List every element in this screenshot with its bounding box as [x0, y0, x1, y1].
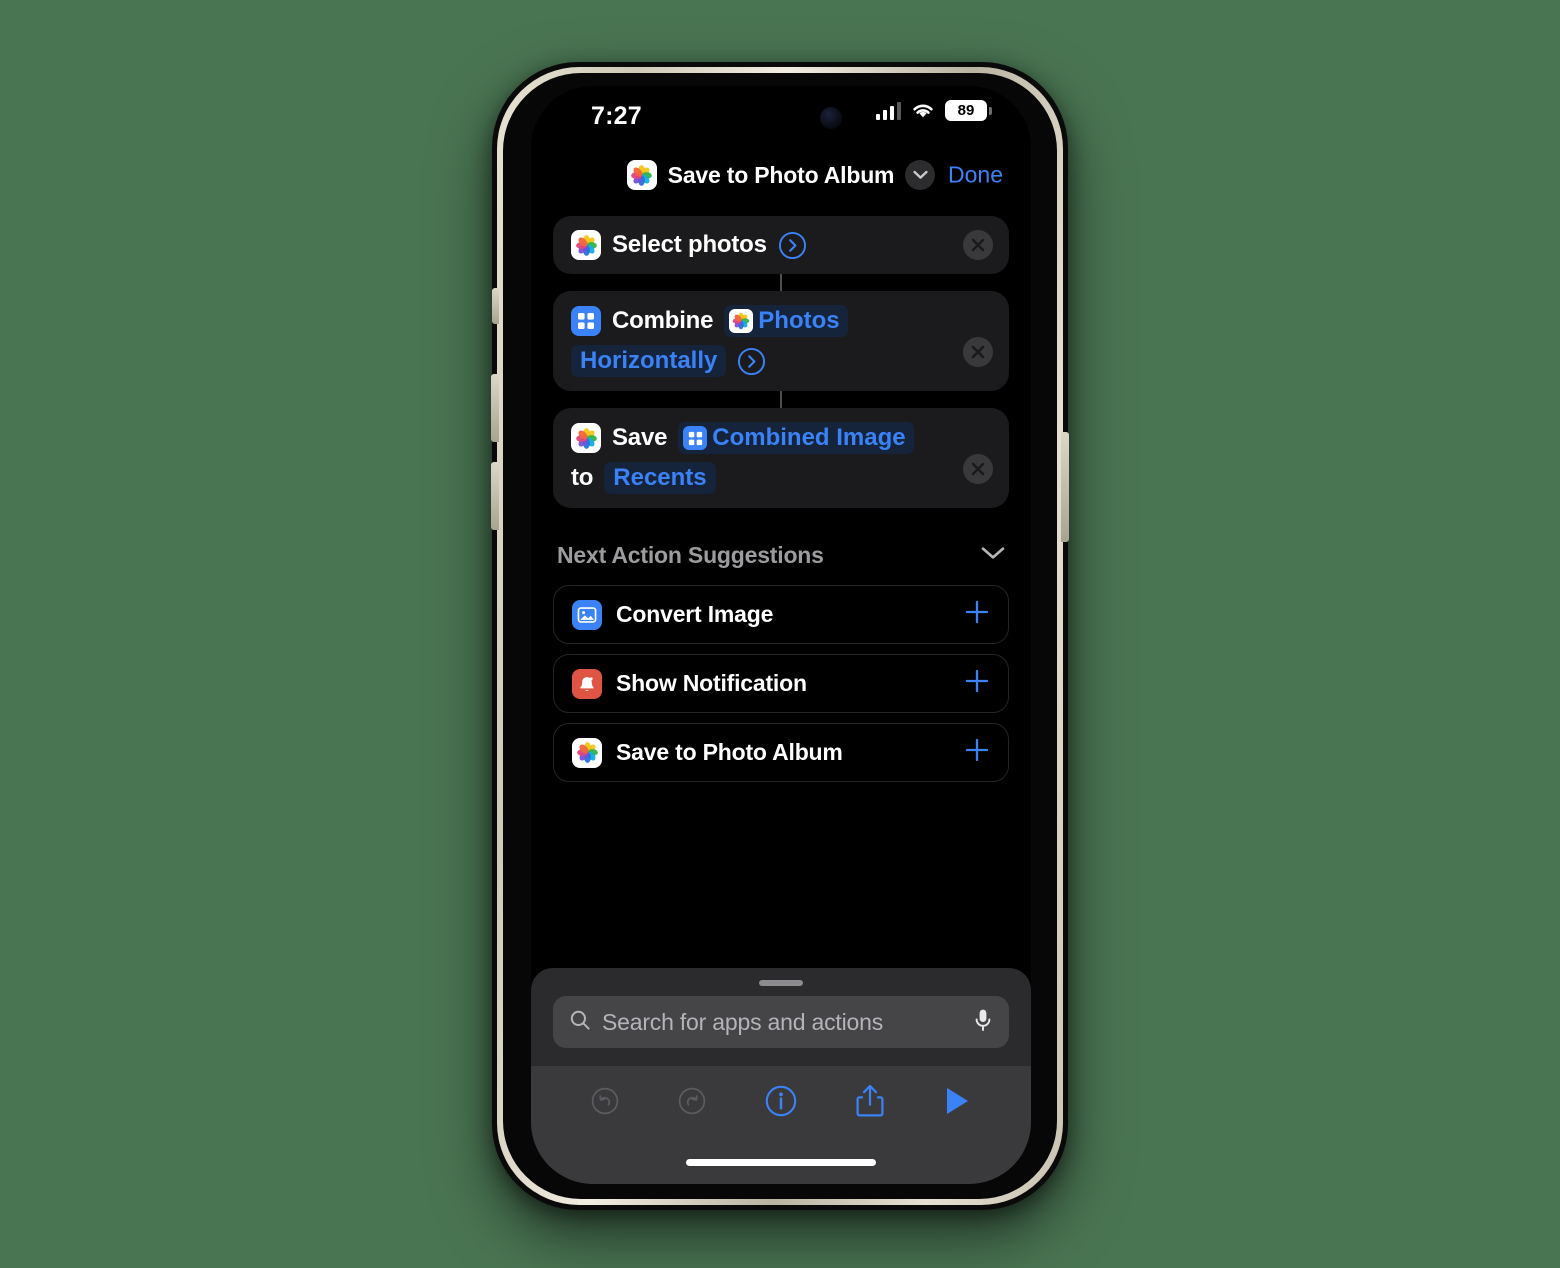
page-title: Save to Photo Album	[667, 161, 895, 188]
action-card-save-to-album[interactable]: Save Combined Image to Recents	[553, 408, 1009, 508]
navigation-bar: Save to Photo Album Done	[531, 144, 1031, 206]
volume-down-button[interactable]	[491, 462, 499, 530]
action-label: Save	[612, 424, 668, 451]
chevron-down-icon[interactable]	[905, 160, 936, 190]
token-label: Horizontally	[580, 347, 718, 374]
undo-button[interactable]	[590, 1086, 620, 1121]
image-icon	[572, 599, 602, 630]
dynamic-island	[708, 98, 854, 138]
action-card-wrapper: Save Combined Image to Recents	[553, 408, 1009, 508]
grid-icon	[571, 306, 601, 336]
token-label: Combined Image	[712, 424, 906, 451]
home-indicator-area	[531, 1140, 1031, 1184]
action-card-select-photos[interactable]: Select photos	[553, 216, 1009, 274]
photos-app-icon	[729, 309, 754, 333]
search-input[interactable]: Search for apps and actions	[602, 1009, 962, 1036]
action-connector	[780, 391, 782, 408]
close-circle-icon[interactable]	[963, 230, 993, 260]
sheet-grabber[interactable]	[759, 980, 803, 986]
silent-switch[interactable]	[492, 288, 499, 324]
close-circle-icon[interactable]	[963, 337, 993, 367]
suggestion-label: Save to Photo Album	[616, 739, 843, 765]
status-bar: 7:27 89	[531, 86, 1031, 144]
phone-screen: 7:27 89 Save to Photo Album Done Select …	[531, 86, 1031, 1184]
token-label: Recents	[613, 464, 707, 491]
volume-up-button[interactable]	[491, 374, 499, 442]
power-button[interactable]	[1061, 432, 1069, 542]
run-button[interactable]	[942, 1085, 972, 1122]
front-camera-icon	[820, 107, 842, 129]
suggestion-row-save-to-photo-album[interactable]: Save to Photo Album	[553, 723, 1009, 782]
parameter-token-horizontally[interactable]: Horizontally	[571, 345, 727, 377]
parameter-token-recents[interactable]: Recents	[604, 462, 716, 494]
search-icon	[569, 1009, 591, 1036]
plus-icon[interactable]	[964, 668, 990, 699]
parameter-token-combined-image[interactable]: Combined Image	[678, 422, 914, 454]
shortcut-editor-content: Select photos Combine Photos Horizontall…	[531, 206, 1031, 1086]
action-label: Combine	[612, 307, 714, 334]
battery-level: 89	[957, 102, 975, 119]
search-bar[interactable]: Search for apps and actions	[553, 996, 1009, 1048]
photos-app-icon	[571, 230, 601, 260]
navigation-title-group[interactable]: Save to Photo Album	[626, 160, 936, 190]
cellular-bars-icon	[876, 101, 901, 120]
wifi-icon	[913, 104, 933, 118]
photos-app-icon	[572, 737, 602, 768]
microphone-icon[interactable]	[973, 1008, 993, 1037]
info-button[interactable]	[764, 1084, 798, 1123]
action-card-wrapper: Select photos	[553, 216, 1009, 274]
chevron-down-icon[interactable]	[981, 546, 1005, 565]
status-bar-indicators: 89	[876, 100, 992, 121]
suggestion-row-show-notification[interactable]: Show Notification	[553, 654, 1009, 713]
redo-button[interactable]	[677, 1086, 707, 1121]
action-label: Select photos	[612, 231, 767, 258]
action-card-wrapper: Combine Photos Horizontally	[553, 291, 1009, 391]
close-circle-icon[interactable]	[963, 454, 993, 484]
screenshot-stage: 7:27 89 Save to Photo Album Done Select …	[0, 0, 1560, 1268]
share-button[interactable]	[855, 1083, 885, 1124]
next-action-suggestions-header[interactable]: Next Action Suggestions	[557, 542, 1005, 569]
photos-app-icon	[571, 423, 601, 453]
action-card-combine[interactable]: Combine Photos Horizontally	[553, 291, 1009, 391]
bell-icon	[572, 668, 602, 699]
token-label: Photos	[758, 307, 840, 334]
plus-icon[interactable]	[964, 737, 990, 768]
status-bar-time: 7:27	[591, 102, 642, 130]
action-connector	[780, 274, 782, 291]
home-indicator[interactable]	[686, 1158, 876, 1166]
editor-toolbar	[531, 1066, 1031, 1140]
suggestion-row-convert-image[interactable]: Convert Image	[553, 585, 1009, 644]
suggestion-label: Show Notification	[616, 670, 807, 696]
battery-icon: 89	[945, 100, 992, 121]
chevron-right-circle-icon[interactable]	[737, 347, 766, 376]
suggestion-label: Convert Image	[616, 601, 774, 627]
bottom-sheet: Search for apps and actions	[531, 968, 1031, 1184]
grid-icon	[683, 426, 708, 450]
parameter-token-photos[interactable]: Photos	[724, 305, 848, 337]
plus-icon[interactable]	[964, 599, 990, 630]
suggestions-title: Next Action Suggestions	[557, 542, 824, 568]
action-label: to	[571, 464, 594, 491]
photos-app-icon	[626, 160, 657, 190]
done-button[interactable]: Done	[948, 162, 1003, 189]
chevron-right-circle-icon[interactable]	[778, 231, 807, 260]
